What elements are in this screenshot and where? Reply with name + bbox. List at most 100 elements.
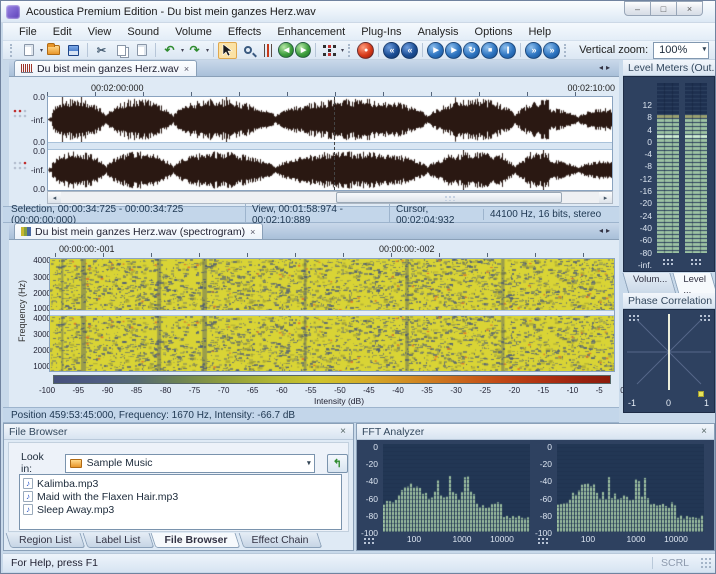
bottom-dock-tabs: Region List Label List File Browser Effe…: [8, 533, 320, 548]
tab-spectrogram[interactable]: Du bist mein ganzes Herz.wav (spectrogra…: [14, 223, 263, 239]
wave-axis-label: -inf.: [11, 165, 45, 175]
file-list-item[interactable]: ♪ Maid with the Flaxen Hair.mp3: [23, 490, 338, 503]
save-button[interactable]: [64, 42, 83, 59]
stop-button[interactable]: ■: [481, 42, 498, 59]
wave-tab-bar: Du bist mein ganzes Herz.wav × ◂▸: [9, 60, 619, 77]
record-button[interactable]: ●: [357, 42, 374, 59]
waveform-channel1[interactable]: [48, 97, 612, 142]
intensity-tick: -90: [102, 386, 114, 395]
loop-button[interactable]: ↻: [463, 42, 480, 59]
tab-close-icon[interactable]: ×: [249, 227, 256, 237]
select-tool-button[interactable]: [218, 42, 237, 59]
scroll-lock-indicator: SCRL: [652, 557, 689, 569]
folder-up-button[interactable]: ↰: [327, 454, 348, 473]
scroll-right-arrow[interactable]: ▸: [599, 192, 612, 203]
panel-close-icon[interactable]: ×: [338, 426, 348, 437]
scrub-tool-button[interactable]: [258, 42, 277, 59]
tab-close-icon[interactable]: ×: [183, 64, 190, 74]
fft-grip-icon[interactable]: [362, 536, 375, 545]
toolbar-grip[interactable]: [10, 44, 15, 57]
undo-dropdown-icon[interactable]: ▾: [181, 47, 184, 54]
copy-button[interactable]: [112, 42, 131, 59]
meter-scale-tick: -80: [640, 249, 652, 257]
redo-button[interactable]: ↷: [185, 42, 204, 59]
waveform-channel2[interactable]: [48, 150, 612, 190]
toolbar-grip[interactable]: [348, 44, 353, 57]
tab-effect-chain[interactable]: Effect Chain: [241, 533, 320, 548]
go-to-end-button[interactable]: »: [543, 42, 560, 59]
zoom-tool-button[interactable]: [238, 42, 257, 59]
redo-dropdown-icon[interactable]: ▾: [206, 47, 209, 54]
tab-scroll-arrows[interactable]: ◂▸: [599, 226, 613, 235]
selection-grid-button[interactable]: [320, 42, 339, 59]
vertical-zoom-select[interactable]: 100% ▾: [653, 42, 709, 59]
minimize-button[interactable]: –: [624, 1, 651, 16]
tab-wave-file[interactable]: Du bist mein ganzes Herz.wav ×: [14, 60, 197, 76]
audio-file-icon: ♪: [23, 504, 33, 515]
file-list-item[interactable]: ♪ Sleep Away.mp3: [23, 503, 338, 516]
spectrogram-channel1[interactable]: [50, 259, 614, 310]
waveform-doc-icon: [21, 64, 33, 73]
wave-scrollbar[interactable]: ◂ ▸: [47, 191, 613, 204]
file-list-item[interactable]: ♪ Kalimba.mp3: [23, 477, 338, 490]
play-all-button[interactable]: ▶: [445, 42, 462, 59]
panel-close-icon[interactable]: ×: [699, 426, 709, 437]
meter-grip-icon[interactable]: [689, 257, 702, 266]
playback-cursor[interactable]: [334, 97, 335, 190]
pause-button[interactable]: ||: [499, 42, 516, 59]
selection-grid-dropdown-icon[interactable]: ▾: [341, 47, 344, 54]
fft-x-tick: 100: [571, 534, 605, 544]
cut-button[interactable]: ✂: [92, 42, 111, 59]
scrollbar-thumb[interactable]: [336, 192, 562, 203]
freq-tick: 4000: [23, 314, 51, 323]
maximize-button[interactable]: □: [650, 1, 677, 16]
tab-file-browser[interactable]: File Browser: [153, 533, 238, 548]
menu-item[interactable]: Effects: [220, 25, 269, 39]
app-icon: [6, 5, 20, 19]
fft-display-left: [383, 444, 530, 532]
menu-item[interactable]: Options: [467, 25, 521, 39]
resize-grip-icon[interactable]: [700, 557, 713, 570]
intensity-tick: -75: [189, 386, 201, 395]
paste-button[interactable]: [132, 42, 151, 59]
folder-icon: [70, 459, 82, 468]
menu-item[interactable]: Analysis: [410, 25, 467, 39]
spectrogram-channel2[interactable]: [50, 316, 614, 371]
undo-button[interactable]: ↶: [160, 42, 179, 59]
fft-grip-icon[interactable]: [536, 536, 549, 545]
nav-left-icon: ◀: [284, 47, 288, 54]
menu-item[interactable]: Help: [520, 25, 559, 39]
open-file-button[interactable]: [44, 42, 63, 59]
menu-item[interactable]: Plug-Ins: [353, 25, 409, 39]
meter-grip-icon[interactable]: [661, 257, 674, 266]
rewind-button[interactable]: «: [401, 42, 418, 59]
play-button[interactable]: ▶: [427, 42, 444, 59]
cursor-arrow-icon: [222, 44, 233, 57]
navigate-back-button[interactable]: ◀: [278, 42, 294, 58]
phase-scale-label: 0: [666, 398, 671, 408]
new-file-dropdown-icon[interactable]: ▾: [40, 47, 43, 54]
status-bar: For Help, press F1 SCRL: [3, 553, 715, 572]
menu-item[interactable]: Enhancement: [269, 25, 353, 39]
fast-forward-button[interactable]: »: [525, 42, 542, 59]
menu-item[interactable]: Volume: [167, 25, 220, 39]
scroll-left-arrow[interactable]: ◂: [48, 192, 61, 203]
menu-item[interactable]: File: [11, 25, 45, 39]
toolbar-grip[interactable]: [564, 44, 569, 57]
close-button[interactable]: ×: [676, 1, 703, 16]
new-file-button[interactable]: [19, 42, 38, 59]
go-to-start-button[interactable]: «: [383, 42, 400, 59]
tab-region-list[interactable]: Region List: [8, 533, 83, 548]
position-status: Position 459:53:45:000, Frequency: 1670 …: [3, 410, 295, 421]
look-in-row: Look in: Sample Music ▾ ↰: [21, 451, 348, 475]
navigate-forward-button[interactable]: ▶: [295, 42, 311, 58]
meter-scale-tick: -inf.: [638, 261, 652, 269]
folder-select[interactable]: Sample Music ▾: [65, 454, 315, 473]
tab-label-list[interactable]: Label List: [85, 533, 152, 548]
level-meters-body: 12840-4-8-12-16-20-24-40-60-80-inf.: [623, 76, 715, 272]
menu-item[interactable]: Sound: [119, 25, 167, 39]
tab-scroll-arrows[interactable]: ◂▸: [599, 63, 613, 72]
menu-item[interactable]: Edit: [45, 25, 80, 39]
phase-scope-icon: [624, 312, 714, 392]
menu-item[interactable]: View: [80, 25, 120, 39]
